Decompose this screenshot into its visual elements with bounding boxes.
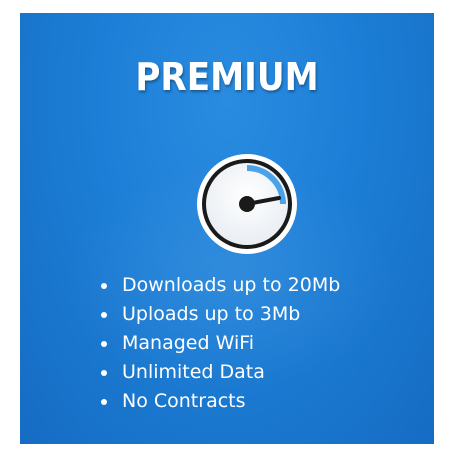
feature-list: Downloads up to 20Mb Uploads up to 3Mb M…: [92, 271, 340, 416]
bullet: [101, 399, 107, 405]
plan-card: PREMIUM Downloads up to 20Mb Uploads up …: [20, 13, 434, 444]
bullet: [101, 341, 107, 347]
feature-text: No Contracts: [122, 390, 246, 412]
feature-text: Unlimited Data: [122, 361, 265, 383]
feature-item: Unlimited Data: [92, 358, 340, 387]
feature-text: Managed WiFi: [122, 332, 255, 354]
feature-text: Downloads up to 20Mb: [122, 274, 341, 296]
bullet: [101, 370, 107, 376]
speedometer-icon: [197, 154, 297, 254]
feature-item: Managed WiFi: [92, 329, 340, 358]
feature-item: No Contracts: [92, 387, 340, 416]
feature-item: Uploads up to 3Mb: [92, 300, 340, 329]
feature-item: Downloads up to 20Mb: [92, 271, 340, 300]
bullet: [101, 283, 107, 289]
feature-text: Uploads up to 3Mb: [122, 303, 301, 325]
page-frame: PREMIUM Downloads up to 20Mb Uploads up …: [0, 0, 454, 457]
plan-title: PREMIUM: [135, 55, 319, 99]
bullet: [101, 312, 107, 318]
